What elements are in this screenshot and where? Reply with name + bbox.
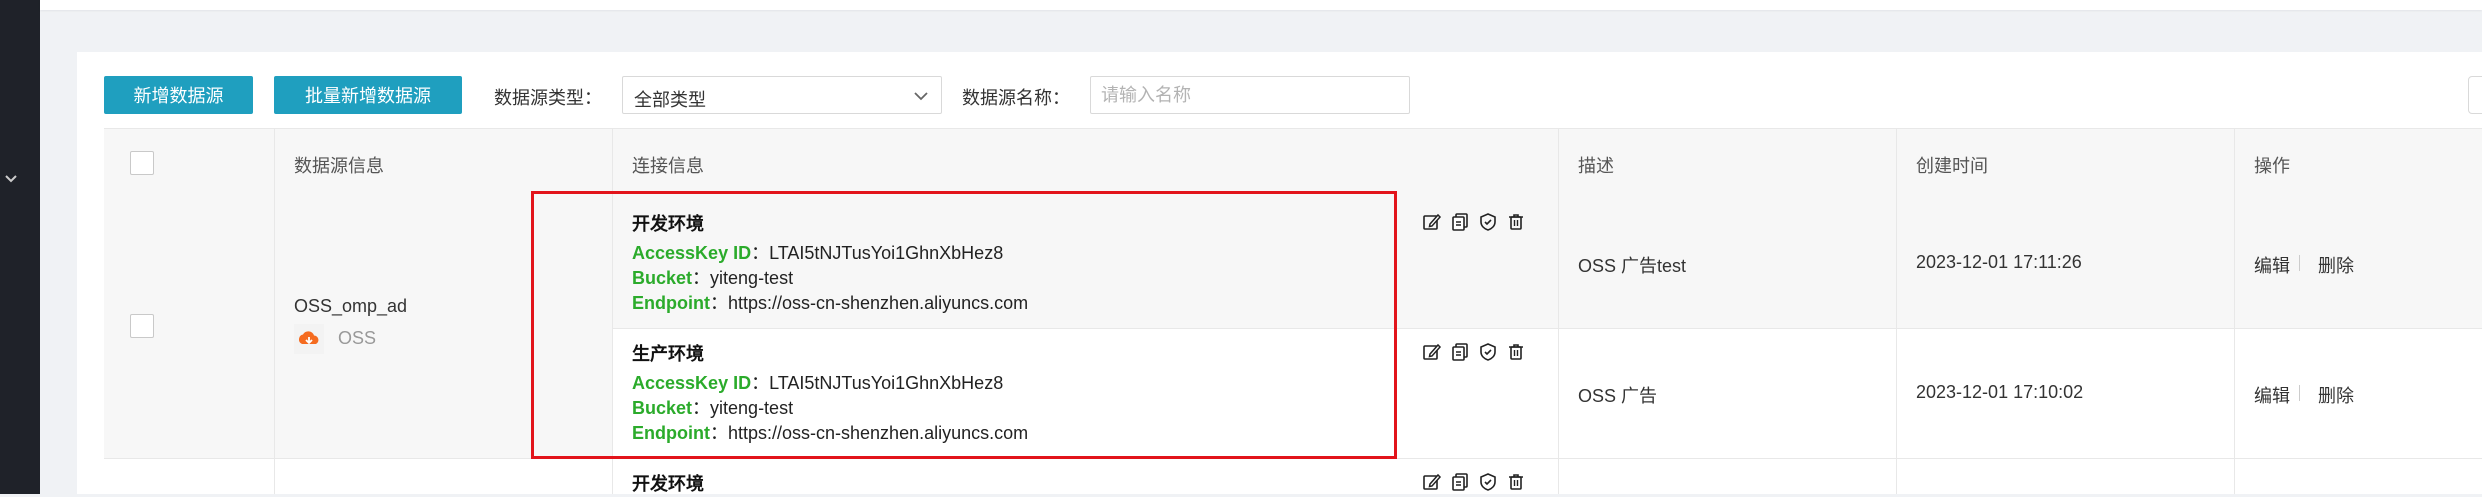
bucket-line: Bucket：yiteng-test	[632, 394, 793, 420]
action-separator	[2299, 385, 2300, 401]
row-checkbox[interactable]	[130, 314, 154, 338]
bucket-value: yiteng-test	[710, 398, 794, 418]
env-description: OSS 广告test	[1578, 256, 1687, 276]
shield-icon[interactable]	[1478, 342, 1498, 362]
edit-icon[interactable]	[1422, 212, 1442, 232]
endpoint-line: Endpoint：https://oss-cn-shenzhen.aliyunc…	[632, 289, 1028, 315]
shield-icon[interactable]	[1478, 212, 1498, 232]
env-title: 开发环境	[632, 474, 704, 494]
copy-icon[interactable]	[1450, 212, 1470, 232]
table-header: 数据源信息 连接信息 描述 创建时间 操作	[104, 128, 2482, 200]
copy-icon[interactable]	[1450, 342, 1470, 362]
accesskey-line: AccessKey ID：LTAI5tNJTusYoi1GhnXbHez8	[632, 239, 1003, 265]
endpoint-value: https://oss-cn-shenzhen.aliyuncs.com	[727, 293, 1029, 313]
env-title: 生产环境	[632, 344, 704, 364]
accesskey-label: AccessKey ID	[632, 373, 752, 393]
edit-icon[interactable]	[1422, 342, 1442, 362]
edit-link[interactable]: 编辑	[2254, 252, 2290, 278]
copy-icon[interactable]	[1450, 472, 1470, 492]
datasource-table: 数据源信息 连接信息 描述 创建时间 操作 OSS_omp_ad OSS 开发环…	[104, 128, 2482, 494]
select-all-checkbox[interactable]	[130, 151, 154, 175]
env-action-icons	[1422, 212, 1532, 232]
env-created-time: 2023-12-01 17:11:26	[1916, 252, 2082, 272]
column-divider	[1896, 128, 1897, 494]
header-connection-info: 连接信息	[632, 156, 704, 176]
env-title: 开发环境	[632, 214, 704, 234]
row-divider	[104, 458, 2482, 459]
column-divider	[2234, 128, 2235, 494]
accesskey-value: LTAI5tNJTusYoi1GhnXbHez8	[769, 373, 1004, 393]
edit-link[interactable]: 编辑	[2254, 382, 2290, 408]
accesskey-value: LTAI5tNJTusYoi1GhnXbHez8	[769, 243, 1004, 263]
bucket-label: Bucket	[632, 398, 693, 418]
datasource-type: OSS	[338, 328, 377, 348]
toolbar-edge-control[interactable]	[2468, 76, 2482, 114]
colon: ：	[709, 293, 728, 313]
column-divider	[274, 128, 275, 494]
left-sidebar	[0, 0, 40, 494]
action-separator	[2299, 255, 2300, 271]
column-divider	[1558, 128, 1559, 494]
oss-cloud-icon	[294, 324, 324, 354]
env-action-icons	[1422, 472, 1532, 492]
header-description: 描述	[1578, 156, 1614, 176]
trash-icon[interactable]	[1506, 342, 1526, 362]
header-actions: 操作	[2254, 156, 2290, 176]
row-divider	[612, 328, 2482, 329]
endpoint-value: https://oss-cn-shenzhen.aliyuncs.com	[727, 423, 1029, 443]
colon: ：	[751, 373, 770, 393]
bucket-value: yiteng-test	[710, 268, 794, 288]
accesskey-label: AccessKey ID	[632, 243, 752, 263]
bucket-line: Bucket：yiteng-test	[632, 264, 793, 290]
accesskey-line: AccessKey ID：LTAI5tNJTusYoi1GhnXbHez8	[632, 369, 1003, 395]
endpoint-label: Endpoint	[632, 293, 710, 313]
header-source-info: 数据源信息	[294, 156, 384, 176]
add-datasource-button[interactable]: 新增数据源	[104, 76, 253, 114]
env-action-icons	[1422, 342, 1532, 362]
type-filter-value: 全部类型	[634, 90, 706, 110]
header-created-time: 创建时间	[1916, 156, 1988, 176]
top-header-bar	[40, 0, 2482, 10]
bucket-label: Bucket	[632, 268, 693, 288]
chevron-down-icon	[914, 92, 928, 101]
env-description: OSS 广告	[1578, 386, 1658, 406]
endpoint-line: Endpoint：https://oss-cn-shenzhen.aliyunc…	[632, 419, 1028, 445]
trash-icon[interactable]	[1506, 212, 1526, 232]
trash-icon[interactable]	[1506, 472, 1526, 492]
chevron-down-icon[interactable]	[4, 172, 18, 186]
name-search-input[interactable]	[1090, 76, 1410, 114]
delete-link[interactable]: 删除	[2318, 382, 2354, 408]
column-divider	[612, 128, 613, 494]
name-filter-label: 数据源名称：	[962, 88, 1070, 108]
datasource-name: OSS_omp_ad	[294, 296, 408, 316]
colon: ：	[692, 268, 711, 288]
env-created-time: 2023-12-01 17:10:02	[1916, 382, 2084, 402]
colon: ：	[751, 243, 770, 263]
shield-icon[interactable]	[1478, 472, 1498, 492]
colon: ：	[692, 398, 711, 418]
type-filter-select[interactable]: 全部类型	[622, 76, 942, 114]
delete-link[interactable]: 删除	[2318, 252, 2354, 278]
endpoint-label: Endpoint	[632, 423, 710, 443]
batch-add-datasource-button[interactable]: 批量新增数据源	[274, 76, 462, 114]
edit-icon[interactable]	[1422, 472, 1442, 492]
type-filter-label: 数据源类型：	[494, 88, 602, 108]
colon: ：	[709, 423, 728, 443]
